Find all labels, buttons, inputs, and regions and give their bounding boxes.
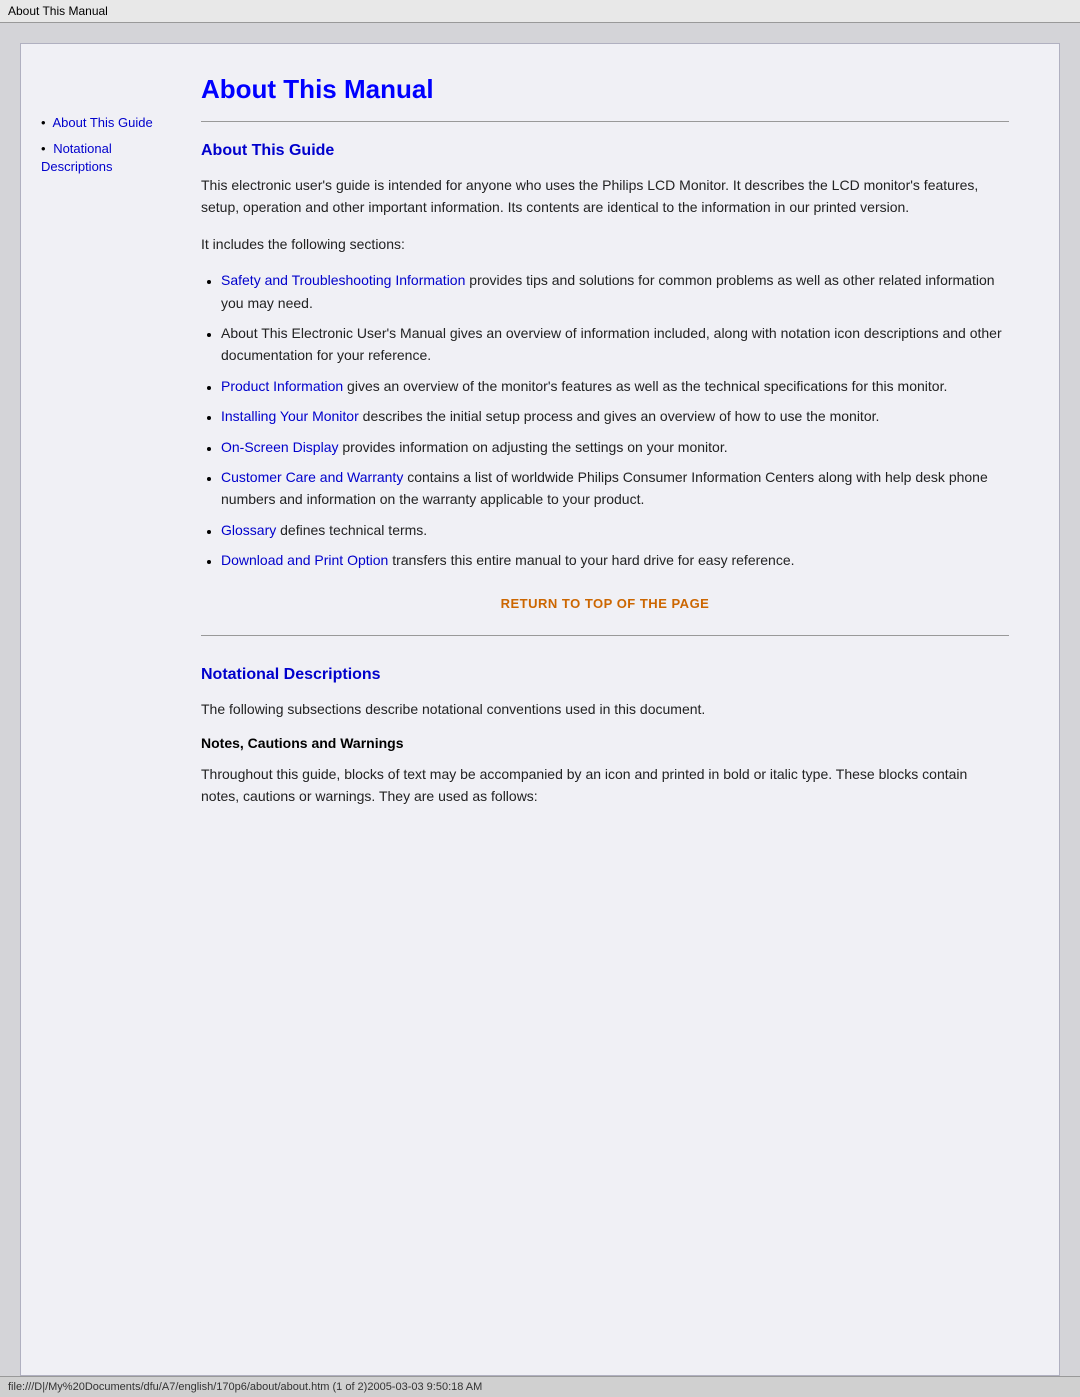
about-this-guide-followup: It includes the following sections: [201, 233, 1009, 255]
main-content: About This Manual About This Guide This … [181, 64, 1039, 1355]
glossary-link[interactable]: Glossary [221, 522, 276, 538]
section-divider [201, 635, 1009, 636]
bullet-list: Safety and Troubleshooting Information p… [221, 269, 1009, 571]
page-title: About This Manual [201, 74, 1009, 105]
return-to-top-wrapper: RETURN TO TOP OF THE PAGE [201, 595, 1009, 611]
list-item: Product Information gives an overview of… [221, 375, 1009, 397]
notational-descriptions-heading: Notational Descriptions [201, 666, 1009, 684]
sidebar-bullet-2: • [41, 141, 46, 156]
installing-your-monitor-link[interactable]: Installing Your Monitor [221, 408, 359, 424]
list-item: About This Electronic User's Manual give… [221, 322, 1009, 367]
list-item: Download and Print Option transfers this… [221, 549, 1009, 571]
title-divider [201, 121, 1009, 122]
notational-descriptions-intro: The following subsections describe notat… [201, 698, 1009, 720]
status-bar: file:///D|/My%20Documents/dfu/A7/english… [0, 1376, 1080, 1397]
list-item-text-5: provides information on adjusting the se… [339, 439, 728, 455]
title-bar: About This Manual [0, 0, 1080, 23]
status-bar-text: file:///D|/My%20Documents/dfu/A7/english… [8, 1381, 482, 1393]
list-item-text-4: describes the initial setup process and … [359, 408, 880, 424]
page-layout: • About This Guide • Notational Descript… [21, 44, 1059, 1375]
sidebar: • About This Guide • Notational Descript… [41, 64, 181, 1355]
list-item: On-Screen Display provides information o… [221, 436, 1009, 458]
sidebar-link-notational-descriptions[interactable]: Notational Descriptions [41, 141, 113, 174]
main-wrapper: • About This Guide • Notational Descript… [0, 23, 1080, 1376]
content-box: • About This Guide • Notational Descript… [20, 43, 1060, 1376]
list-item: Safety and Troubleshooting Information p… [221, 269, 1009, 314]
sidebar-link-about-this-guide[interactable]: About This Guide [52, 115, 152, 130]
notational-descriptions-body: Throughout this guide, blocks of text ma… [201, 763, 1009, 808]
download-print-option-link[interactable]: Download and Print Option [221, 552, 388, 568]
list-item: Glossary defines technical terms. [221, 519, 1009, 541]
list-item-text-7: defines technical terms. [276, 522, 427, 538]
about-this-guide-heading: About This Guide [201, 142, 1009, 160]
about-this-guide-intro: This electronic user's guide is intended… [201, 174, 1009, 219]
customer-care-warranty-link[interactable]: Customer Care and Warranty [221, 469, 403, 485]
safety-troubleshooting-link[interactable]: Safety and Troubleshooting Information [221, 272, 465, 288]
list-item-text-8: transfers this entire manual to your har… [388, 552, 794, 568]
list-item: Installing Your Monitor describes the in… [221, 405, 1009, 427]
return-to-top-link[interactable]: RETURN TO TOP OF THE PAGE [501, 596, 710, 611]
title-bar-text: About This Manual [8, 4, 108, 18]
list-item-text-2: About This Electronic User's Manual give… [221, 325, 1002, 363]
on-screen-display-link[interactable]: On-Screen Display [221, 439, 339, 455]
sidebar-bullet-1: • [41, 115, 46, 130]
notational-descriptions-section: Notational Descriptions The following su… [201, 666, 1009, 807]
about-this-guide-section: About This Guide This electronic user's … [201, 142, 1009, 611]
list-item-text-3: gives an overview of the monitor's featu… [343, 378, 947, 394]
sidebar-item-about-this-guide[interactable]: • About This Guide [41, 114, 171, 132]
notes-cautions-warnings-heading: Notes, Cautions and Warnings [201, 735, 1009, 751]
sidebar-item-notational-descriptions[interactable]: • Notational Descriptions [41, 140, 171, 176]
product-information-link[interactable]: Product Information [221, 378, 343, 394]
list-item: Customer Care and Warranty contains a li… [221, 466, 1009, 511]
